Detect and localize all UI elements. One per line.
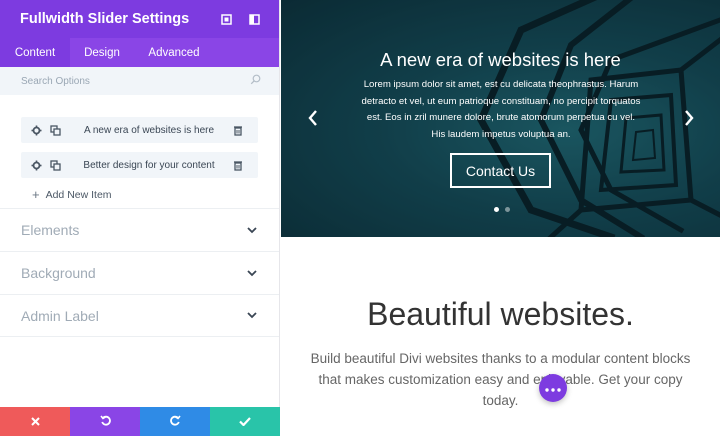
trash-icon[interactable] bbox=[231, 158, 245, 172]
search-bar bbox=[0, 67, 279, 95]
panel-header: Fullwidth Slider Settings bbox=[0, 0, 279, 38]
undo-icon bbox=[99, 413, 111, 431]
contact-us-button[interactable]: Contact Us bbox=[450, 153, 551, 188]
undo-button[interactable] bbox=[70, 407, 140, 436]
panel-title: Fullwidth Slider Settings bbox=[20, 11, 190, 27]
section-label: Admin Label bbox=[21, 307, 99, 324]
expand-icon[interactable] bbox=[215, 8, 237, 30]
slide-item[interactable]: Better design for your content bbox=[21, 152, 258, 178]
slide-title: A new era of websites is here bbox=[380, 49, 621, 70]
duplicate-icon[interactable] bbox=[48, 158, 62, 172]
close-icon bbox=[30, 413, 40, 431]
tab-content[interactable]: Content bbox=[0, 38, 70, 67]
fullwidth-slider: A new era of websites is here Lorem ipsu… bbox=[281, 0, 720, 237]
chevron-down-icon bbox=[245, 223, 259, 237]
redo-button[interactable] bbox=[140, 407, 210, 436]
section-admin-label[interactable]: Admin Label bbox=[0, 294, 279, 337]
section-body-text: Build beautiful Divi websites thanks to … bbox=[310, 351, 691, 408]
slide-body-text: Lorem ipsum dolor sit amet, est cu delic… bbox=[361, 79, 641, 140]
trash-icon[interactable] bbox=[231, 123, 245, 137]
gear-icon[interactable] bbox=[29, 158, 43, 172]
tab-advanced[interactable]: Advanced bbox=[134, 38, 214, 67]
section-background[interactable]: Background bbox=[0, 251, 279, 294]
redo-icon bbox=[169, 413, 181, 431]
section-label: Elements bbox=[21, 222, 80, 238]
tab-bar: Content Design Advanced bbox=[0, 38, 279, 67]
section-heading: Beautiful websites. bbox=[367, 296, 634, 332]
add-new-item-button[interactable]: + Add New Item bbox=[32, 187, 258, 202]
slider-dot[interactable] bbox=[505, 207, 510, 212]
search-icon[interactable] bbox=[250, 72, 261, 90]
slide-item-label: Better design for your content bbox=[83, 159, 215, 171]
slide-item-label: A new era of websites is here bbox=[83, 124, 215, 136]
chevron-down-icon bbox=[245, 309, 259, 323]
chevron-right-icon bbox=[684, 109, 694, 131]
duplicate-icon[interactable] bbox=[48, 123, 62, 137]
gear-icon[interactable] bbox=[29, 123, 43, 137]
tab-design[interactable]: Design bbox=[70, 38, 134, 67]
checkmark-icon bbox=[239, 413, 251, 431]
page-preview: A new era of websites is here Lorem ipsu… bbox=[281, 0, 720, 436]
slide-item[interactable]: A new era of websites is here bbox=[21, 117, 258, 143]
search-input[interactable] bbox=[21, 75, 250, 87]
sidebar-toggle-icon[interactable] bbox=[243, 8, 265, 30]
section-elements[interactable]: Elements bbox=[0, 208, 279, 251]
plus-icon: + bbox=[32, 187, 40, 202]
slider-next-button[interactable] bbox=[681, 108, 697, 132]
page-settings-button[interactable] bbox=[539, 374, 567, 402]
panel-footer bbox=[0, 407, 280, 436]
discard-button[interactable] bbox=[0, 407, 70, 436]
add-new-item-label: Add New Item bbox=[45, 188, 112, 201]
chevron-left-icon bbox=[308, 109, 318, 131]
slider-pagination bbox=[491, 207, 513, 212]
chevron-down-icon bbox=[245, 266, 259, 280]
settings-panel: Fullwidth Slider Settings Content Design… bbox=[0, 0, 280, 436]
settings-sections: Elements Background Admin Label bbox=[0, 208, 279, 337]
slide-content: A new era of websites is here Lorem ipsu… bbox=[281, 0, 720, 237]
more-dots-icon bbox=[545, 379, 561, 397]
slider-prev-button[interactable] bbox=[305, 108, 321, 132]
save-button[interactable] bbox=[210, 407, 280, 436]
slide-items-list: A new era of websites is here Better des… bbox=[0, 95, 279, 202]
section-label: Background bbox=[21, 265, 96, 281]
slider-dot-active[interactable] bbox=[494, 207, 499, 212]
